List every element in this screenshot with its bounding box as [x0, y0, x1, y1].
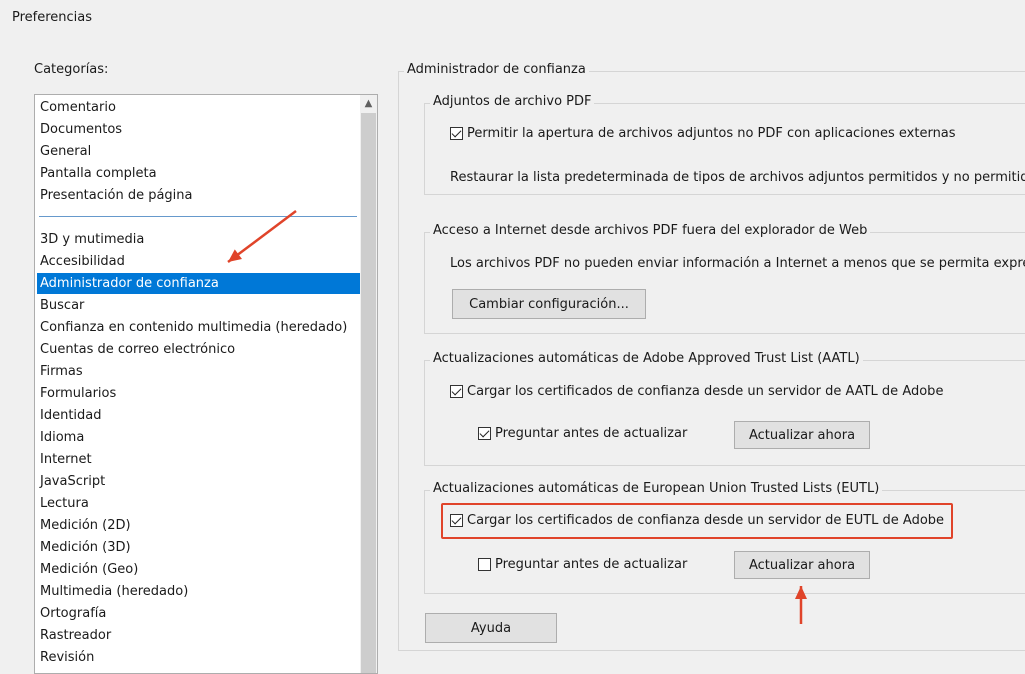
pdf-attachments-title: Adjuntos de archivo PDF	[430, 94, 595, 109]
category-item[interactable]: Identidad	[37, 405, 360, 426]
eutl-load-label: Cargar los certificados de confianza des…	[467, 513, 945, 528]
category-item-selected[interactable]: Administrador de confianza	[37, 273, 360, 294]
scrollbar[interactable]: ▲	[360, 95, 377, 673]
chevron-up-icon[interactable]: ▲	[360, 95, 377, 112]
aatl-ask-checkbox[interactable]	[478, 427, 491, 440]
change-settings-button[interactable]: Cambiar configuración...	[452, 289, 646, 319]
aatl-ask-option[interactable]: Preguntar antes de actualizar	[478, 426, 687, 441]
category-item[interactable]: Revisión	[37, 647, 360, 668]
category-item[interactable]: Medición (3D)	[37, 537, 360, 558]
allow-attachments-checkbox[interactable]	[450, 127, 463, 140]
restore-list-text: Restaurar la lista predeterminada de tip…	[450, 170, 1025, 185]
aatl-load-checkbox[interactable]	[450, 385, 463, 398]
eutl-ask-checkbox[interactable]	[478, 558, 491, 571]
restore-list-label: Restaurar la lista predeterminada de tip…	[450, 170, 1025, 185]
aatl-load-label: Cargar los certificados de confianza des…	[467, 384, 944, 399]
category-item[interactable]: Cuentas de correo electrónico	[37, 339, 360, 360]
internet-access-text: Los archivos PDF no pueden enviar inform…	[450, 256, 1025, 271]
category-item[interactable]: Documentos	[37, 119, 360, 140]
category-item[interactable]: Medición (2D)	[37, 515, 360, 536]
category-item[interactable]: Accesibilidad	[37, 251, 360, 272]
category-item[interactable]: Firmas	[37, 361, 360, 382]
eutl-update-now-button[interactable]: Actualizar ahora	[734, 551, 870, 579]
eutl-load-option[interactable]: Cargar los certificados de confianza des…	[450, 513, 944, 528]
aatl-ask-label: Preguntar antes de actualizar	[495, 426, 688, 441]
aatl-title: Actualizaciones automáticas de Adobe App…	[430, 351, 863, 366]
internet-access-title: Acceso a Internet desde archivos PDF fue…	[430, 223, 871, 238]
eutl-ask-option[interactable]: Preguntar antes de actualizar	[478, 557, 687, 572]
eutl-ask-label: Preguntar antes de actualizar	[495, 557, 688, 572]
scroll-thumb[interactable]	[361, 113, 376, 673]
categories-list[interactable]: Comentario Documentos General Pantalla comp…	[34, 94, 378, 674]
category-item[interactable]: 3D y mutimedia	[37, 229, 360, 250]
category-item[interactable]: Pantalla completa	[37, 163, 360, 184]
category-item[interactable]: Internet	[37, 449, 360, 470]
category-item[interactable]: Idioma	[37, 427, 360, 448]
category-item[interactable]: Buscar	[37, 295, 360, 316]
eutl-title: Actualizaciones automáticas de European …	[430, 481, 883, 496]
category-item[interactable]: Formularios	[37, 383, 360, 404]
internet-access-label: Los archivos PDF no pueden enviar inform…	[450, 256, 1025, 271]
category-item[interactable]: JavaScript	[37, 471, 360, 492]
categories-label: Categorías:	[34, 62, 109, 77]
help-button[interactable]: Ayuda	[425, 613, 557, 643]
list-separator	[39, 216, 357, 217]
category-item[interactable]: Confianza en contenido multimedia (hered…	[37, 317, 360, 338]
aatl-load-option[interactable]: Cargar los certificados de confianza des…	[450, 384, 943, 399]
category-item[interactable]: General	[37, 141, 360, 162]
category-item[interactable]: Multimedia (heredado)	[37, 581, 360, 602]
category-item[interactable]: Presentación de página	[37, 185, 360, 206]
category-item[interactable]: Rastreador	[37, 625, 360, 646]
eutl-load-checkbox[interactable]	[450, 514, 463, 527]
category-item[interactable]: Ortografía	[37, 603, 360, 624]
trust-manager-title: Administrador de confianza	[404, 62, 589, 77]
window-title: Preferencias	[12, 10, 93, 25]
category-item[interactable]: Lectura	[37, 493, 360, 514]
category-item[interactable]: Medición (Geo)	[37, 559, 360, 580]
aatl-update-now-button[interactable]: Actualizar ahora	[734, 421, 870, 449]
allow-attachments-label: Permitir la apertura de archivos adjunto…	[467, 126, 956, 141]
category-item[interactable]: Comentario	[37, 97, 360, 118]
aatl-group	[424, 360, 1025, 466]
allow-attachments-option[interactable]: Permitir la apertura de archivos adjunto…	[450, 126, 956, 141]
